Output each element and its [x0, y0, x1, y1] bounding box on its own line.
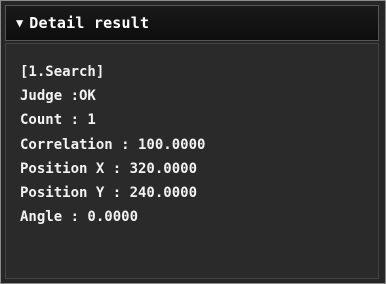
panel-title: Detail result [29, 14, 150, 32]
judge-value: Judge :OK [20, 88, 96, 105]
position-y-value: Position Y : 240.0000 [20, 185, 198, 202]
section-label: [1.Search] [20, 64, 105, 80]
triangle-down-icon[interactable]: ▼ [16, 16, 23, 30]
angle-value: Angle : 0.0000 [20, 209, 139, 226]
position-x-value: Position X : 320.0000 [20, 160, 198, 177]
detail-result-header[interactable]: ▼ Detail result [5, 5, 379, 41]
detail-result-panel: ▼ Detail result [1.Search] Judge :OK Cou… [0, 0, 386, 284]
count-value: Count : 1 [20, 112, 96, 129]
correlation-value: Correlation : 100.0000 [20, 136, 206, 153]
result-body: [1.Search] Judge :OK Count : 1 Correlati… [5, 43, 379, 279]
